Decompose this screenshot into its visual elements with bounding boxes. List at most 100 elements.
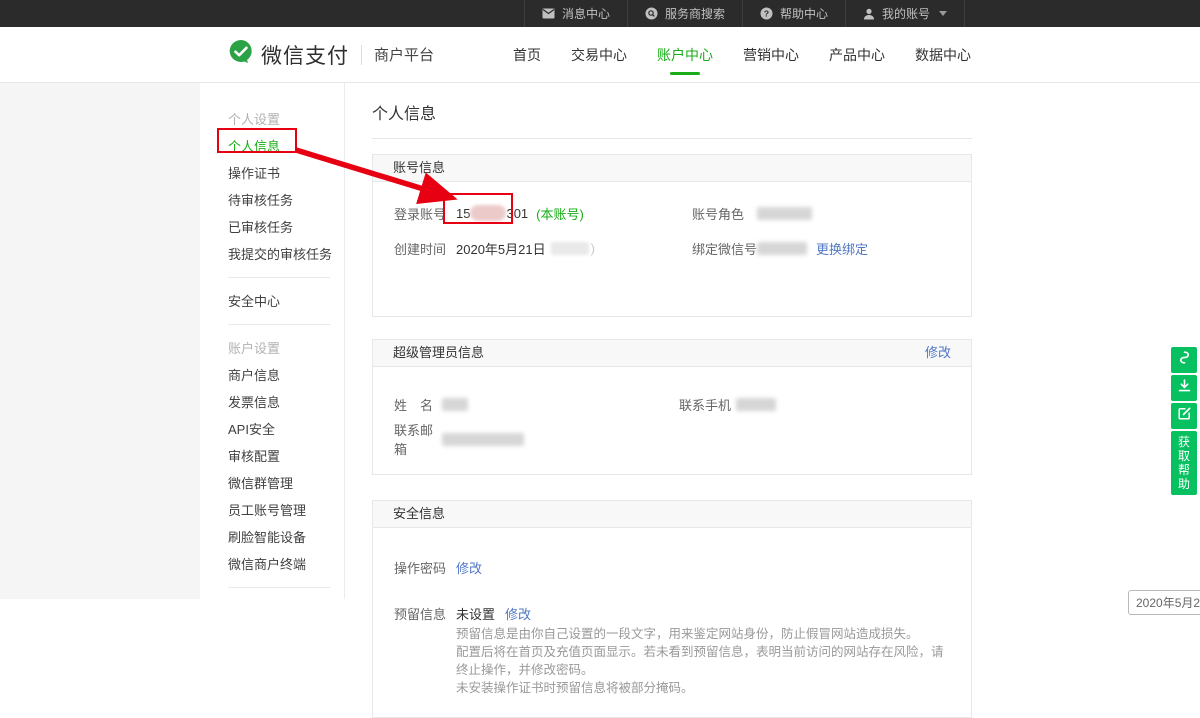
nav-home[interactable]: 首页 [507,27,547,82]
admin-email-label: 联系邮箱 [394,420,442,458]
sidebar-item-review-config[interactable]: 审核配置 [228,443,344,470]
login-account-redacted [470,205,506,221]
topbar-item-provider-search[interactable]: 服务商搜索 [627,0,742,27]
user-icon [863,8,875,20]
get-help-label: 获取帮助 [1178,435,1190,491]
security-info-card-body: 操作密码 修改 预留信息 未设置 修改 预留信息是由你自己设置的一段文字，用来鉴… [373,528,971,717]
admin-name-label: 姓 名 [394,395,442,414]
main-nav: 首页 交易中心 账户中心 营销中心 产品中心 数据中心 [507,27,977,82]
sidebar-item-security-center[interactable]: 安全中心 [228,288,344,315]
brand-divider [361,45,362,65]
nav-marketing-center[interactable]: 营销中心 [737,27,805,82]
admin-email-redacted [442,433,524,446]
reserved-info-label: 预留信息 [394,604,456,623]
created-time-label: 创建时间 [394,239,456,258]
reserved-info-edit-link[interactable]: 修改 [505,604,531,623]
created-time-redacted [551,242,589,255]
operation-password-edit-link[interactable]: 修改 [456,558,482,577]
account-info-card-body: 登录账号 15 301 (本账号) 账号角色 创建时间 [373,182,971,316]
login-account-suffix: 301 [506,206,528,221]
description-line: 配置后将在首页及充值页面显示。若未看到预留信息，表明当前访问的网站存在风险，请终… [456,643,951,679]
admin-phone-label: 联系手机 [679,395,736,414]
topbar-item-label: 消息中心 [562,5,610,22]
topbar: 消息中心 服务商搜索 ? 帮助中心 我的账号 [0,0,1200,27]
sidebar-item-operation-certificate[interactable]: 操作证书 [228,160,344,187]
topbar-item-help[interactable]: ? 帮助中心 [742,0,845,27]
reserved-info-description: 预留信息是由你自己设置的一段文字，用来鉴定网站身份，防止假冒网站造成损失。 配置… [456,625,951,697]
sidebar-divider [228,587,330,588]
header: 微信支付 商户平台 首页 交易中心 账户中心 营销中心 产品中心 数据中心 [0,27,1200,83]
admin-phone-redacted [736,398,776,411]
search-icon [645,7,658,20]
created-time-value: 2020年5月21日 ) [456,239,595,258]
nav-transaction-center[interactable]: 交易中心 [565,27,633,82]
sidebar-item-personal-info[interactable]: 个人信息 [228,133,344,160]
change-binding-link[interactable]: 更换绑定 [816,239,868,258]
hotline-icon [1177,350,1192,370]
nav-account-center[interactable]: 账户中心 [651,27,719,82]
account-role-label: 账号角色 [692,204,757,223]
feedback-button[interactable] [1171,403,1197,429]
created-paren: ) [591,241,595,256]
topbar-item-label: 帮助中心 [780,5,828,22]
description-line: 预留信息是由你自己设置的一段文字，用来鉴定网站身份，防止假冒网站造成损失。 [456,625,951,643]
login-account-label: 登录账号 [394,204,456,223]
created-date: 2020年5月21日 [456,239,546,258]
sidebar-item-my-submitted-review-tasks[interactable]: 我提交的审核任务 [228,241,344,268]
sidebar-item-merchant-info[interactable]: 商户信息 [228,362,344,389]
reserved-info-value: 未设置 [456,604,495,623]
account-role-redacted [757,207,812,220]
title-divider [372,138,972,139]
bound-wechat-redacted [757,242,807,255]
nav-data-center[interactable]: 数据中心 [909,27,977,82]
login-account-prefix: 15 [456,206,470,221]
get-help-button[interactable]: 获取帮助 [1171,431,1197,495]
sidebar-group-personal-settings: 个人设置 [228,106,344,133]
account-info-card: 账号信息 登录账号 15 301 (本账号) 账号角色 [372,154,972,317]
sidebar-item-wechat-group-management[interactable]: 微信群管理 [228,470,344,497]
svg-text:?: ? [764,8,769,18]
admin-name-redacted [442,398,468,411]
sidebar-item-wechat-merchant-terminal[interactable]: 微信商户终端 [228,551,344,578]
sidebar-divider [228,277,330,278]
sidebar-item-pending-review-tasks[interactable]: 待审核任务 [228,187,344,214]
security-info-card-header: 安全信息 [373,501,971,528]
sidebar-item-reviewed-tasks[interactable]: 已审核任务 [228,214,344,241]
bound-wechat-label: 绑定微信号 [692,239,757,258]
topbar-item-label: 我的账号 [882,5,930,22]
hotline-button[interactable] [1171,347,1197,373]
sidebar-item-invoice-info[interactable]: 发票信息 [228,389,344,416]
sidebar-item-api-security[interactable]: API安全 [228,416,344,443]
edit-icon [1177,406,1192,426]
mail-icon [542,8,555,19]
description-line: 未安装操作证书时预留信息将被部分掩码。 [456,679,951,697]
topbar-item-messages[interactable]: 消息中心 [524,0,627,27]
sidebar-item-face-smart-device[interactable]: 刷脸智能设备 [228,524,344,551]
super-admin-card: 超级管理员信息 修改 姓 名 联系手机 联系邮箱 [372,339,972,475]
super-admin-card-header: 超级管理员信息 修改 [373,340,971,367]
brand-name: 微信支付 [261,40,349,70]
sidebar-item-staff-account-management[interactable]: 员工账号管理 [228,497,344,524]
brand[interactable]: 微信支付 商户平台 [228,27,434,82]
brand-portal: 商户平台 [374,44,434,65]
security-info-card-title: 安全信息 [393,501,445,527]
download-button[interactable] [1171,375,1197,401]
login-account-value: 15 301 (本账号) [456,204,584,223]
left-gray-strip [0,83,200,599]
date-tooltip: 2020年5月22日 [1128,590,1200,615]
account-info-card-header: 账号信息 [373,155,971,182]
super-admin-card-title: 超级管理员信息 [393,340,484,366]
super-admin-card-body: 姓 名 联系手机 联系邮箱 [373,367,971,474]
main-content: 个人信息 账号信息 登录账号 15 301 (本账号) 账号角色 [372,83,972,718]
download-icon [1177,378,1192,398]
page-title: 个人信息 [372,100,972,124]
topbar-item-my-account[interactable]: 我的账号 [845,0,965,27]
operation-password-label: 操作密码 [394,558,456,577]
sidebar-divider [228,324,330,325]
nav-product-center[interactable]: 产品中心 [823,27,891,82]
super-admin-edit-link[interactable]: 修改 [925,340,951,366]
security-info-card: 安全信息 操作密码 修改 预留信息 未设置 修改 预留信息是由你自己设置的一段文… [372,500,972,718]
topbar-item-label: 服务商搜索 [665,5,725,22]
chevron-down-icon [939,11,947,16]
floating-help-panel: 获取帮助 [1171,347,1197,495]
